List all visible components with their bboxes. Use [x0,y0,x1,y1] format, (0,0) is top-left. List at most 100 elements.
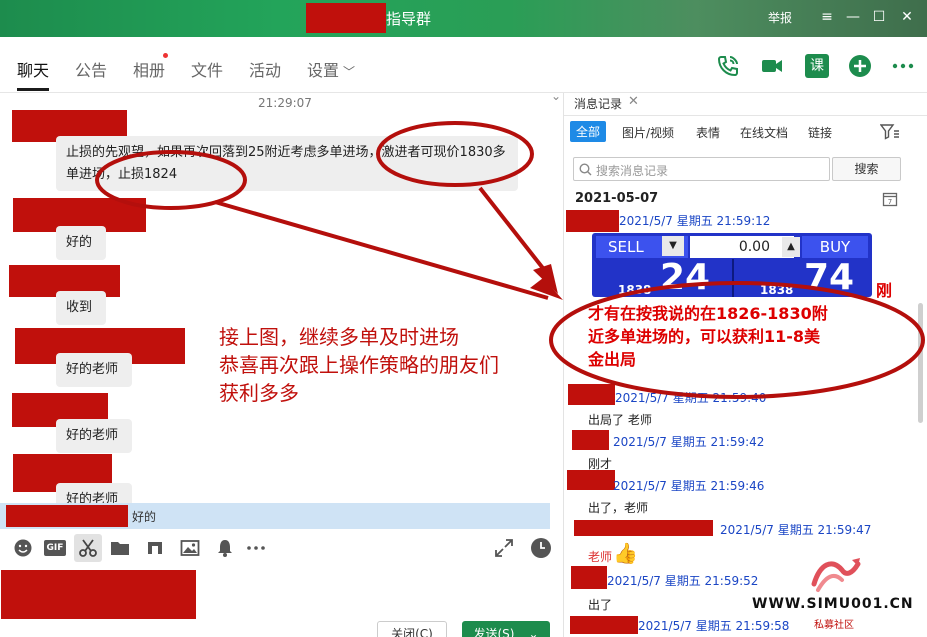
redacted-sender [566,210,619,232]
title-bar: 指导群 举报 ≡ — ☐ ✕ [0,0,927,37]
chat-panel: 21:29:07 ⌄ 止损的先观望，如果再次回落到25附近考虑多单进场，激进者可… [0,93,563,503]
history-search-input[interactable]: 搜索消息记录 [573,157,830,181]
message-meta: 2021/5/7 星期五 21:59:47 [720,523,872,537]
stepper-up-icon: ▲ [782,237,800,257]
dropdown-icon: ▼ [662,236,684,256]
redacted-block [306,3,386,33]
quoted-text: 好的 [132,510,157,524]
filter-media[interactable]: 图片/视频 [622,124,674,141]
minimize-icon[interactable]: — [843,7,863,27]
tab-settings[interactable]: 设置 ﹀ [307,57,355,81]
message-bubble: 好的老师 [56,353,132,387]
video-call-icon[interactable] [760,54,784,78]
music-icon[interactable] [145,538,165,558]
tab-chat[interactable]: 聊天 [17,57,49,81]
input-toolbar: GIF [0,532,563,564]
chevron-down-icon[interactable]: ⌄ [528,627,538,637]
filter-icon[interactable] [880,124,900,140]
collapse-icon[interactable]: ⌄ [551,93,561,103]
tab-bar: 聊天 公告 相册 文件 活动 设置 ﹀ 课 [0,37,927,93]
annotation-line: 恭喜再次跟上操作策略的朋友们 [219,353,499,377]
redacted-sender [574,520,713,536]
scrollbar[interactable] [918,303,923,423]
maximize-icon[interactable]: ☐ [869,7,889,27]
history-message: 出了，老师 [588,501,649,515]
message-bubble: 好的老师 [56,483,132,503]
redacted-sender [6,505,128,527]
filter-all[interactable]: 全部 [570,121,607,142]
message-meta: 2021/5/7 星期五 21:59:40 [615,391,767,405]
send-label: 发送(S) [473,627,515,637]
message-bubble: 好的 [56,226,106,260]
more-icon[interactable] [246,538,266,558]
notification-dot [163,53,168,58]
history-message: 出局了 老师 [588,413,652,427]
expand-icon[interactable] [494,538,514,558]
course-icon[interactable]: 课 [805,54,829,78]
message-timestamp: 21:29:07 [258,96,312,110]
watermark-subtext: 私募社区 [814,620,854,631]
redacted-sender [570,616,638,634]
history-date: 2021-05-07 [575,191,659,206]
annotation-line: 金出局 [588,350,637,369]
message-bubble: 好的老师 [56,419,132,453]
redacted-sender [572,430,609,450]
calendar-icon[interactable]: 7 [882,191,898,207]
annotation-line: 接上图，继续多单及时进场 [219,325,459,349]
message-meta: 2021/5/7 星期五 21:59:42 [613,435,765,449]
menu-icon[interactable]: ≡ [817,7,837,27]
buy-label: BUY [802,236,868,258]
emoji-icon[interactable] [13,538,33,558]
history-message: 出了 [588,598,613,612]
close-icon[interactable]: ✕ [897,7,917,27]
message-meta: 2021/5/7 星期五 21:59:12 [619,214,771,228]
window-title: 指导群 [386,10,432,28]
annotation-text: 刚 才有在按我说的在1826-1830附 近多单进场的，可以获利11-8美 金出… [588,279,927,371]
message-meta: 2021/5/7 星期五 21:59:46 [613,479,765,493]
history-title: 消息记录 [574,97,623,111]
phone-icon[interactable] [716,54,740,78]
report-link[interactable]: 举报 [768,9,792,26]
redacted-block [1,570,196,619]
tab-settings-label: 设置 [307,61,340,80]
watermark-logo: WWW.SIMU001.CN 私募社区 [752,550,927,637]
logo-icon [811,558,861,592]
add-icon[interactable] [848,54,872,78]
history-message: 老师 [588,550,613,564]
redacted-sender [571,566,607,589]
divider [564,115,927,116]
filter-links[interactable]: 链接 [808,124,832,141]
send-button[interactable]: 发送(S) ⌄ [462,621,550,637]
message-bubble: 止损的先观望，如果再次回落到25附近考虑多单进场，激进者可现价1830多单进场，… [56,136,518,191]
close-button[interactable]: 关闭(C) [377,621,447,637]
annotation-line: 获利多多 [219,381,299,405]
quoted-reply[interactable]: 好的 [0,503,550,529]
filter-docs[interactable]: 在线文档 [740,124,788,141]
clock-icon[interactable] [530,537,552,559]
close-icon[interactable]: ✕ [628,94,639,109]
gif-icon[interactable]: GIF [44,540,66,556]
tab-activity[interactable]: 活动 [249,57,281,81]
filter-stickers[interactable]: 表情 [696,124,720,141]
annotation-line: 近多单进场的，可以获利11-8美 [588,327,821,346]
tab-files[interactable]: 文件 [191,57,223,81]
bell-icon[interactable] [215,538,235,558]
message-meta: 2021/5/7 星期五 21:59:52 [607,574,759,588]
redacted-sender [568,384,615,405]
redacted-sender [567,470,615,490]
more-icon[interactable] [891,54,915,78]
search-button[interactable]: 搜索 [832,157,901,181]
trade-amount: 0.00 [690,236,794,258]
thumbs-up-icon: 👍 [613,541,638,565]
scissors-icon[interactable] [78,538,98,558]
folder-icon[interactable] [110,538,130,558]
annotation-line: 才有在按我说的在1826-1830附 [588,304,828,323]
search-icon [579,163,592,176]
annotation-line: 刚 [876,281,893,300]
tab-announcement[interactable]: 公告 [75,57,107,81]
watermark-text: WWW.SIMU001.CN [752,596,914,612]
tab-album[interactable]: 相册 [133,57,165,81]
chevron-down-icon: ﹀ [343,65,356,79]
message-bubble: 收到 [56,291,106,325]
image-icon[interactable] [180,538,200,558]
